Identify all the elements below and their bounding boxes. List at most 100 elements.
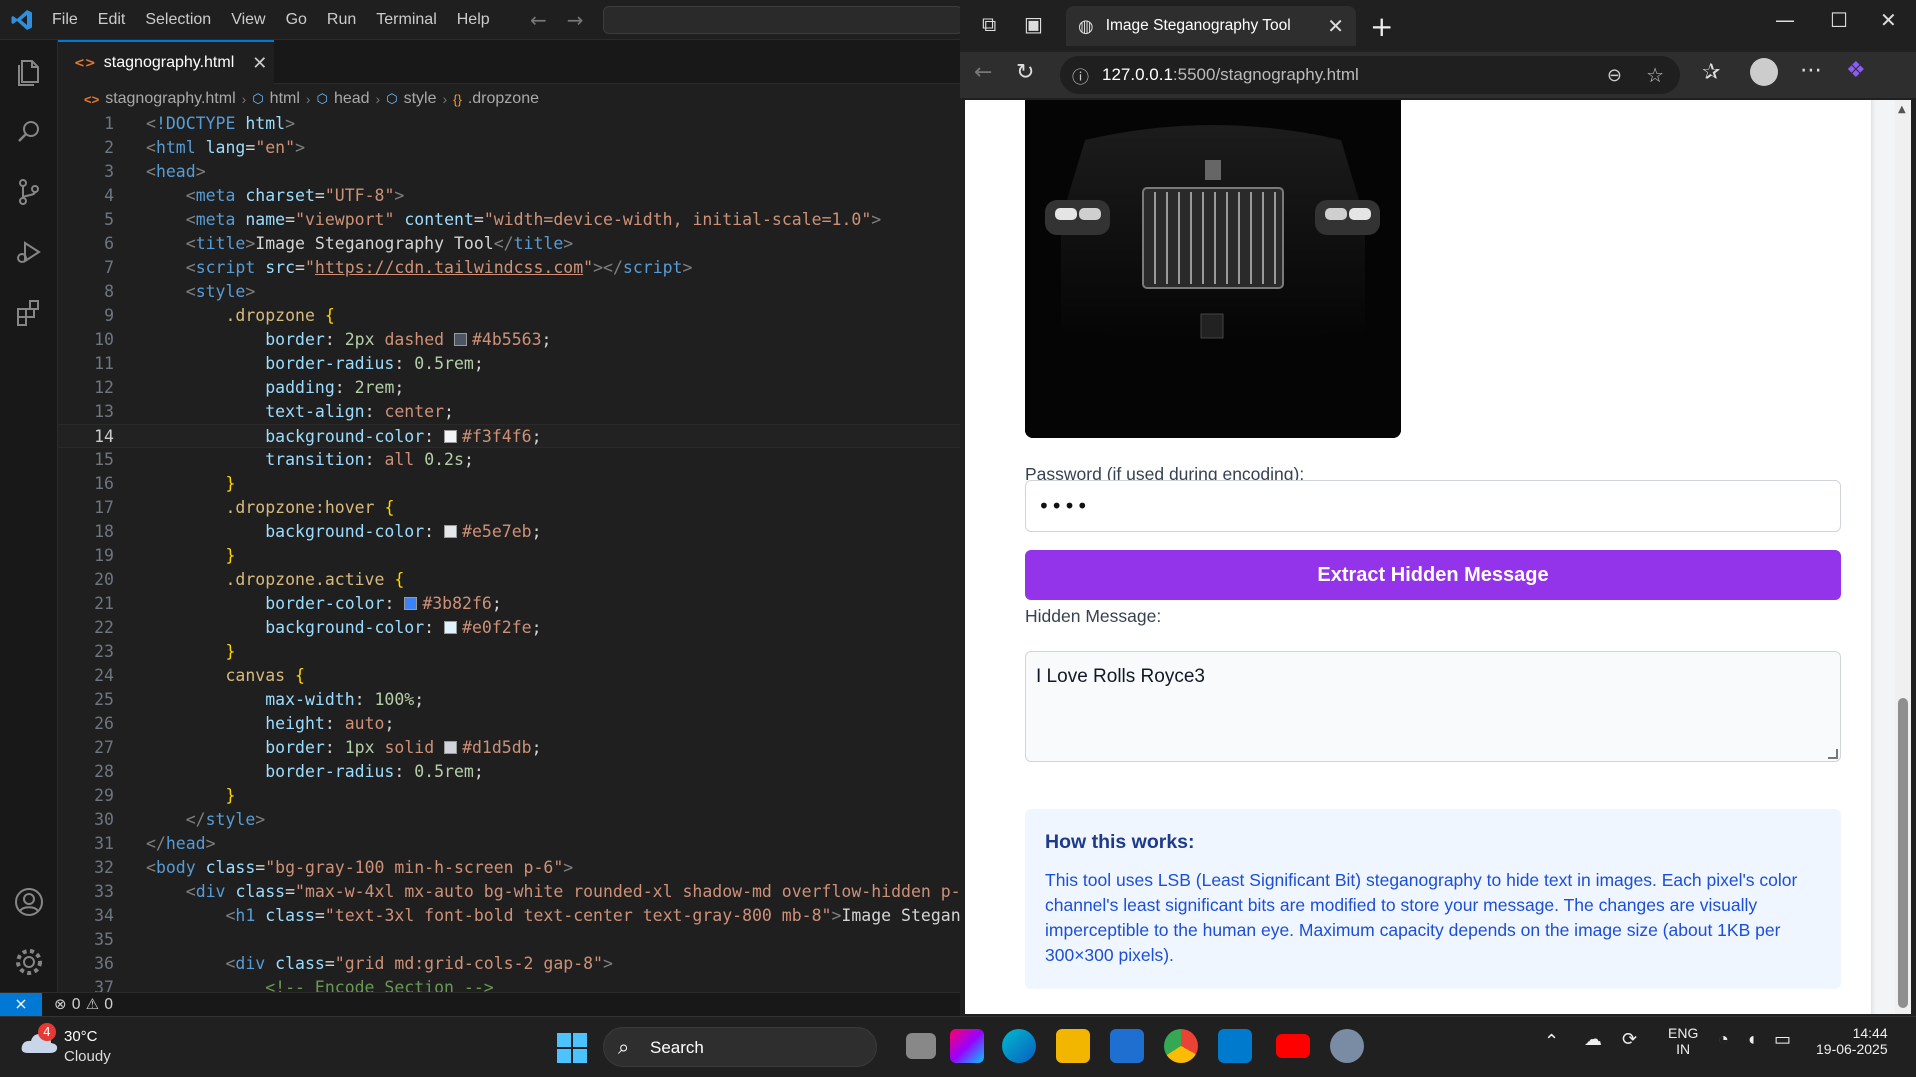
windows-start-icon[interactable] [557,1033,587,1063]
code-line: 8 <style> [104,282,256,301]
address-bar[interactable]: ⓘ 127.0.0.1:5500/stagnography.html ⊖ ☆ [1060,56,1680,94]
new-tab-icon[interactable]: + [1370,10,1393,43]
clock-time: 14:44 [1852,1025,1888,1041]
menu-go[interactable]: Go [276,11,317,29]
close-icon[interactable]: ✕ [252,53,267,74]
tab-actions-icon[interactable]: ▣ [1024,12,1043,36]
menu-run[interactable]: Run [317,11,366,29]
workspaces-icon[interactable]: ⧉ [982,12,996,36]
info-icon[interactable]: ⓘ [1072,63,1089,88]
more-tools-icon[interactable]: ⊖ [1607,65,1622,86]
code-editor[interactable]: 1 <!DOCTYPE html> 2 <html lang="en"> 3 <hea… [58,112,960,992]
back-arrow-icon[interactable]: ← [530,8,547,32]
favorite-star-icon[interactable]: ☆ [1646,63,1664,88]
settings-app-icon[interactable] [1330,1029,1364,1063]
problems-indicator[interactable]: ⊗ 0 ⚠ 0 [54,995,113,1013]
vscode-app-icon[interactable] [1218,1029,1252,1063]
settings-gear-icon[interactable] [13,946,45,978]
forward-arrow-icon[interactable]: → [567,8,584,32]
element-icon: ⬡ [252,91,264,106]
info-title: How this works: [1045,831,1195,853]
more-options-icon[interactable]: ⋯ [1800,58,1822,83]
browser-tab-active[interactable]: ◍ Image Steganography Tool ✕ [1066,6,1356,46]
minimize-icon[interactable]: — [1775,8,1795,32]
close-icon[interactable]: ✕ [1327,14,1344,38]
code-line: 33 <div class="max-w-4xl mx-auto bg-whit… [94,882,960,901]
clock-date: 19-06-2025 [1816,1041,1888,1057]
tab-label: stagnography.html [103,54,235,71]
code-line: 12 padding: 2rem; [94,378,405,397]
copilot-icon[interactable]: ❖ [1846,58,1866,83]
menu-edit[interactable]: Edit [88,11,136,29]
code-line: 15 transition: all 0.2s; [94,450,474,469]
taskbar-search-label: Search [650,1038,704,1057]
code-line: 32 <body class="bg-gray-100 min-h-screen … [94,858,574,877]
browser-toolbar: ← ↻ ⓘ 127.0.0.1:5500/stagnography.html ⊖… [960,52,1916,98]
profile-avatar[interactable] [1750,58,1778,86]
clock[interactable]: 14:44 19-06-2025 [1816,1025,1888,1057]
tab-stagnography-html[interactable]: <> stagnography.html ✕ [58,40,274,84]
language-indicator[interactable]: ENG IN [1668,1025,1698,1057]
extract-hidden-message-button[interactable]: Extract Hidden Message [1025,550,1841,600]
selector-icon: {} [453,91,462,107]
command-center-search[interactable] [603,6,963,34]
taskbar-search[interactable]: ⌕ Search [603,1027,877,1067]
breadcrumb-file[interactable]: stagnography.html [105,90,235,108]
task-view-icon[interactable] [906,1033,936,1059]
refresh-icon[interactable]: ↻ [1016,60,1034,85]
back-arrow-icon[interactable]: ← [974,60,992,85]
sync-icon[interactable]: ⟳ [1622,1029,1637,1050]
menu-file[interactable]: File [42,11,88,29]
code-line: 4 <meta charset="UTF-8"> [104,186,405,205]
wifi-icon[interactable]: ◔ [1718,1029,1729,1050]
maximize-icon[interactable]: ☐ [1830,8,1848,32]
edge-app-icon[interactable] [1002,1029,1036,1063]
breadcrumb-style[interactable]: style [404,90,437,108]
menu-view[interactable]: View [221,11,275,29]
scroll-thumb[interactable] [1898,698,1908,1008]
onedrive-icon[interactable]: ☁ [1584,1029,1602,1050]
code-line: 18 background-color: #e5e7eb; [94,522,542,541]
tool-card: Password (if used during encoding): ••••… [965,100,1871,1014]
page-scrollbar[interactable]: ▲ [1895,100,1911,1014]
explorer-icon[interactable] [13,56,45,88]
chevron-up-icon[interactable]: ⌃ [1544,1031,1559,1052]
hidden-message-label: Hidden Message: [1025,606,1162,626]
source-control-icon[interactable] [13,176,45,208]
chrome-app-icon[interactable] [1164,1029,1198,1063]
code-line: 9 .dropzone { [104,306,335,325]
chevron-right-icon: › [375,91,381,107]
resize-handle-icon[interactable] [1828,749,1838,759]
file-explorer-icon[interactable] [1056,1029,1090,1063]
copilot-app-icon[interactable] [950,1029,984,1063]
hidden-message-textarea[interactable]: I Love Rolls Royce3 [1025,651,1841,762]
menu-help[interactable]: Help [447,11,500,29]
extensions-icon[interactable] [13,296,45,328]
url-host: 127.0.0.1 [1102,65,1173,84]
status-bar: ⨯ ⊗ 0 ⚠ 0 [0,992,960,1016]
password-input[interactable]: •••• [1025,480,1841,532]
breadcrumb-html[interactable]: html [270,90,300,108]
menu-terminal[interactable]: Terminal [366,11,446,29]
browser-tab-title: Image Steganography Tool [1105,17,1291,34]
menu-selection[interactable]: Selection [135,11,221,29]
scroll-up-icon[interactable]: ▲ [1898,104,1906,115]
taskbar: 4 30°C Cloudy ⌕ Search ⌃ ☁ ⟳ ENG IN ◔ ◖ … [0,1016,1916,1077]
window-close-icon[interactable]: ✕ [1880,8,1897,32]
search-icon[interactable] [13,116,45,148]
volume-icon[interactable]: ◖ [1746,1029,1757,1050]
run-debug-icon[interactable] [13,236,45,268]
breadcrumb-head[interactable]: head [334,90,370,108]
remote-icon[interactable]: ⨯ [0,993,42,1016]
account-icon[interactable] [13,886,45,918]
weather-widget[interactable]: 4 30°C Cloudy [20,1023,111,1065]
battery-icon[interactable]: ▭ [1774,1029,1791,1050]
element-icon: ⬡ [386,91,398,106]
chevron-right-icon: › [241,91,247,107]
html-file-icon: <> [74,55,96,71]
youtube-app-icon[interactable] [1276,1034,1310,1058]
microsoft-store-icon[interactable] [1110,1029,1144,1063]
breadcrumb-dropzone[interactable]: .dropzone [468,90,539,108]
url-path: :5500/stagnography.html [1172,65,1359,84]
favorites-icon[interactable]: ✰ [1702,60,1720,85]
